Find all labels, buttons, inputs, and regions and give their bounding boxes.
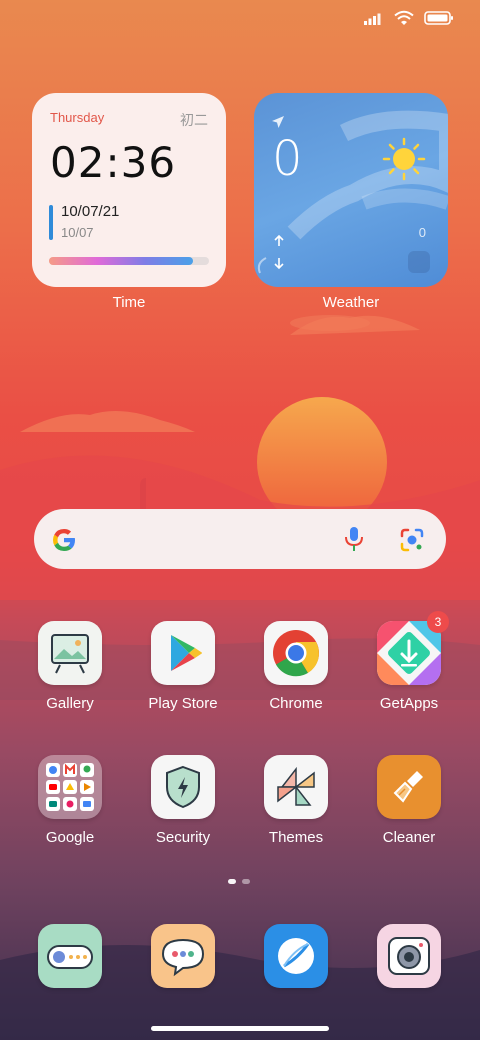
date-accent-bar	[49, 205, 53, 240]
app-gallery[interactable]: Gallery	[15, 621, 125, 712]
app-getapps[interactable]: 3 GetApps	[354, 611, 464, 712]
chrome-icon[interactable]	[264, 621, 328, 685]
microphone-icon[interactable]	[342, 525, 366, 553]
app-themes[interactable]: Themes	[241, 755, 351, 846]
app-label-getapps: GetApps	[379, 695, 439, 712]
app-label-google: Google	[45, 829, 95, 846]
weather-widget-label[interactable]: Weather	[254, 294, 448, 311]
page-dot[interactable]	[242, 879, 250, 884]
app-label-play-store: Play Store	[148, 695, 218, 712]
signal-icon	[364, 13, 381, 25]
up-arrow-icon	[274, 235, 284, 246]
app-label-themes: Themes	[268, 829, 324, 846]
weekday-text: Thursday	[50, 110, 105, 125]
status-bar	[364, 10, 454, 26]
app-label-cleaner: Cleaner	[382, 829, 436, 846]
page-dot-active[interactable]	[228, 879, 236, 884]
battery-icon	[424, 11, 453, 25]
day-progress-fill	[49, 257, 193, 265]
temperature-value: 0	[272, 131, 303, 187]
lens-camera-icon[interactable]	[398, 526, 426, 554]
cleaner-brush-icon[interactable]	[377, 755, 441, 819]
day-progress-bar	[49, 257, 209, 265]
date-secondary: 10/07	[61, 225, 94, 240]
dock-camera[interactable]	[354, 924, 464, 988]
camera-icon[interactable]	[377, 924, 441, 988]
weather-widget[interactable]: 0 0	[254, 93, 448, 287]
dock-messaging[interactable]	[128, 924, 238, 988]
app-label-gallery: Gallery	[46, 695, 94, 712]
app-google-folder[interactable]: Google	[15, 755, 125, 846]
google-folder-icon[interactable]	[38, 755, 102, 819]
sun-icon	[382, 137, 426, 181]
date-primary: 10/07/21	[61, 203, 120, 220]
app-label-chrome: Chrome	[269, 695, 323, 712]
gallery-icon[interactable]	[38, 621, 102, 685]
home-gesture-bar[interactable]	[151, 1026, 329, 1031]
phone-icon[interactable]	[38, 924, 102, 988]
wifi-icon	[394, 10, 414, 25]
getapps-icon[interactable]: 3	[377, 611, 449, 685]
app-chrome[interactable]: Chrome	[241, 621, 351, 712]
lunar-date-text: 初二	[180, 112, 208, 128]
messaging-icon[interactable]	[151, 924, 215, 988]
notification-badge: 3	[427, 611, 449, 633]
time-widget-label[interactable]: Time	[32, 294, 226, 311]
google-search-bar[interactable]	[34, 509, 446, 569]
page-indicator[interactable]	[228, 879, 250, 884]
browser-icon[interactable]	[264, 924, 328, 988]
dock-browser[interactable]	[241, 924, 351, 988]
play-store-icon[interactable]	[151, 621, 215, 685]
clock-time: 02:36	[50, 138, 177, 187]
app-cleaner[interactable]: Cleaner	[354, 755, 464, 846]
weather-condition-chip	[408, 251, 430, 273]
app-play-store[interactable]: Play Store	[128, 621, 238, 712]
time-widget[interactable]: Thursday 初二 02:36 10/07/21 10/07	[32, 93, 226, 287]
down-arrow-icon	[274, 258, 284, 269]
themes-icon[interactable]	[264, 755, 328, 819]
app-security[interactable]: Security	[128, 755, 238, 846]
dock-phone[interactable]	[15, 924, 125, 988]
location-arrow-icon	[272, 116, 284, 128]
security-shield-icon[interactable]	[151, 755, 215, 819]
google-logo-icon	[53, 529, 75, 551]
weather-secondary-value: 0	[418, 225, 426, 240]
app-label-security: Security	[155, 829, 211, 846]
